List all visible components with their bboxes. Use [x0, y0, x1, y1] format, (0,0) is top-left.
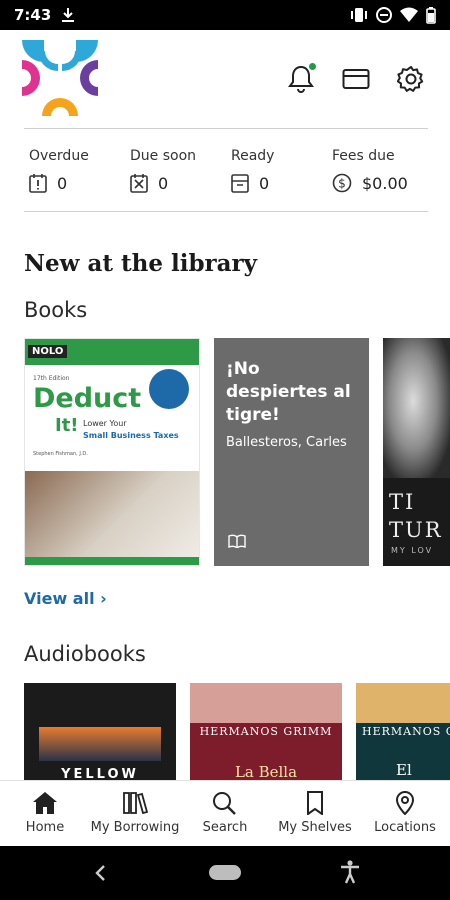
status-bar: 7:43: [0, 0, 450, 30]
settings-button[interactable]: [396, 64, 426, 94]
books-icon: [123, 792, 148, 815]
card-icon: [342, 69, 370, 89]
cover-footer-band: [25, 557, 199, 565]
search-icon: [213, 792, 236, 815]
location-pin-icon: [395, 791, 415, 815]
system-navigation-bar: [0, 846, 450, 900]
nav-home[interactable]: Home: [0, 781, 90, 846]
accessibility-icon[interactable]: [340, 860, 360, 884]
stat-ready[interactable]: Ready 0: [231, 148, 274, 193]
battery-icon: [426, 6, 436, 24]
book-cover-partial[interactable]: TI TUR MY LOV: [383, 338, 450, 566]
book-title: ¡No despiertes al tigre!: [226, 359, 351, 425]
stat-label: Overdue: [29, 148, 89, 164]
divider-top: [24, 128, 428, 129]
book-cover-deduct-it[interactable]: NOLO 17th Edition Deduct It! Lower Your …: [24, 338, 200, 566]
nav-locations[interactable]: Locations: [360, 781, 450, 846]
nav-label: Home: [25, 820, 65, 835]
section-title: New at the library: [24, 250, 258, 277]
bookmark-icon: [307, 791, 323, 815]
nav-label: My Borrowing: [90, 820, 180, 835]
book-subtitle-partial: MY LOV: [391, 546, 434, 555]
open-book-icon: [228, 534, 246, 548]
cover-title-2: It!: [55, 415, 79, 436]
stat-label: Ready: [231, 148, 275, 164]
stat-fees-due[interactable]: Fees due $ $0.00: [332, 148, 408, 193]
audiobook-author: HERMANOS GRIMM: [199, 725, 333, 738]
cover-photo: [25, 471, 199, 557]
notification-badge: [309, 63, 316, 70]
stat-label: Fees due: [332, 148, 395, 164]
audiobook-title: El: [396, 761, 412, 779]
gear-icon: [397, 66, 424, 92]
library-logo: [22, 40, 98, 116]
audiobook-cover-la-bella[interactable]: HERMANOS GRIMM La Bella: [190, 683, 342, 783]
audiobook-cover-partial[interactable]: HERMANOS G El: [356, 683, 450, 783]
home-pill[interactable]: [209, 865, 241, 880]
view-all-label: View all: [24, 589, 95, 608]
nav-label: Search: [202, 820, 248, 835]
stat-overdue[interactable]: Overdue 0: [29, 148, 89, 193]
nav-label: My Shelves: [278, 820, 352, 835]
stat-value: 0: [259, 173, 270, 193]
app-header: [0, 30, 450, 130]
book-author: Ballesteros, Carles: [226, 435, 347, 450]
dollar-circle-icon: $: [332, 173, 352, 193]
cover-edition: 17th Edition: [33, 375, 70, 382]
account-summary: Overdue 0 Due soon 0 Ready 0 Fees due $ …: [24, 140, 428, 210]
nav-label: Locations: [374, 820, 436, 835]
stat-value: 0: [57, 173, 68, 193]
back-icon[interactable]: [94, 864, 106, 882]
chevron-right-icon: ›: [100, 589, 107, 608]
archive-box-icon: [231, 174, 249, 193]
hourglass-box-icon: [130, 174, 148, 193]
home-icon: [33, 792, 57, 814]
view-all-link[interactable]: View all ›: [24, 589, 107, 608]
cover-seal: [149, 369, 189, 409]
library-card-button[interactable]: [341, 64, 371, 94]
nolo-brand: NOLO: [28, 345, 68, 358]
book-cover-no-despiertes[interactable]: ¡No despiertes al tigre! Ballesteros, Ca…: [214, 338, 369, 566]
audiobook-cover-yellow[interactable]: YELLOW: [24, 683, 176, 783]
svg-text:$: $: [338, 177, 346, 191]
dnd-icon: [376, 7, 392, 23]
books-heading: Books: [24, 298, 88, 322]
nav-my-shelves[interactable]: My Shelves: [270, 781, 360, 846]
wifi-icon: [400, 7, 418, 22]
nav-search[interactable]: Search: [180, 781, 270, 846]
stat-value: 0: [158, 173, 169, 193]
cover-author: Stephen Fishman, J.D.: [33, 451, 88, 457]
stat-label: Due soon: [130, 148, 197, 164]
stat-due-soon[interactable]: Due soon 0: [130, 148, 196, 193]
nav-my-borrowing[interactable]: My Borrowing: [90, 781, 180, 846]
divider-bottom: [24, 211, 428, 212]
audiobooks-heading: Audiobooks: [24, 642, 146, 666]
cover-portrait: [383, 338, 450, 478]
book-title-partial: TI TUR: [389, 490, 443, 542]
cover-sunset: [39, 727, 161, 761]
alert-book-icon: [29, 174, 47, 193]
stat-value: $0.00: [362, 173, 408, 193]
bottom-navigation: Home My Borrowing Search My Shelves Loca…: [0, 780, 450, 846]
audiobook-title: La Bella: [234, 763, 298, 781]
cover-title-1: Deduct: [33, 383, 142, 414]
cover-subtitle-2: Small Business Taxes: [83, 431, 179, 440]
cover-subtitle-1: Lower Your: [83, 419, 127, 428]
vibrate-icon: [351, 8, 367, 22]
audiobook-author: HERMANOS G: [362, 725, 450, 738]
download-icon: [62, 8, 75, 22]
status-time: 7:43: [14, 6, 52, 24]
